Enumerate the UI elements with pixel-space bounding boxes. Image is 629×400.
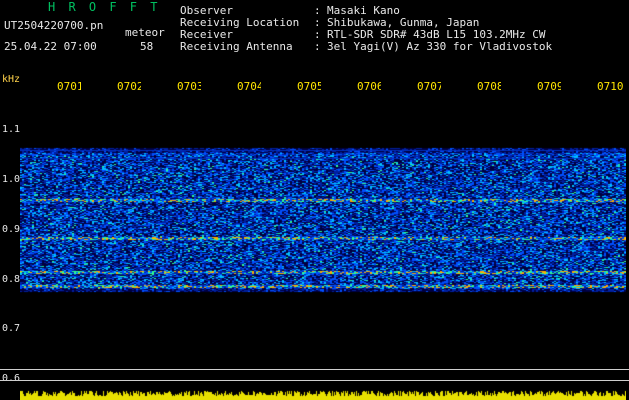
baseline-divider — [0, 369, 629, 370]
time-tick: 0703 — [177, 81, 201, 92]
app-title: H R O F F T — [48, 0, 161, 14]
file-name: UT2504220700.pn — [4, 19, 104, 32]
frequency-tick: 0.8 — [2, 274, 21, 285]
hrofft-screen: H R O F F T UT2504220700.pn meteor 25.04… — [0, 0, 629, 400]
observer-value: Masaki Kano — [327, 4, 400, 17]
spectrogram-plot — [20, 96, 626, 400]
colon: : — [314, 28, 321, 41]
receiver-value: RTL-SDR SDR# 43dB L15 103.2MHz CW — [327, 28, 546, 41]
frequency-tick: 1.1 — [2, 124, 21, 135]
colon: : — [314, 40, 321, 53]
receiver-label: Receiver — [180, 28, 233, 41]
spectrogram-canvas — [20, 96, 626, 400]
antenna-label: Receiving Antenna — [180, 40, 293, 53]
frequency-tick: 1.0 — [2, 174, 21, 185]
time-tick: 0707 — [417, 81, 441, 92]
meteor-count: 58 — [140, 40, 154, 53]
time-tick: 0704 — [237, 81, 261, 92]
frequency-tick: 0.6 — [2, 373, 21, 384]
frequency-tick: 0.7 — [2, 323, 21, 334]
frequency-unit-label: kHz — [2, 74, 21, 85]
time-tick: 0701 — [57, 81, 81, 92]
time-tick: 0706 — [357, 81, 381, 92]
time-tick: 0708 — [477, 81, 501, 92]
meteor-label: meteor — [125, 26, 165, 39]
location-value: Shibukawa, Gunma, Japan — [327, 16, 480, 29]
location-label: Receiving Location — [180, 16, 300, 29]
time-tick: 0710 — [597, 81, 624, 92]
date-time: 25.04.22 07:00 — [4, 40, 97, 53]
frequency-tick: 0.9 — [2, 224, 21, 235]
baseline-divider — [0, 380, 629, 381]
antenna-value: 3el Yagi(V) Az 330 for Vladivostok — [327, 40, 553, 53]
observer-label: Observer — [180, 4, 233, 17]
colon: : — [314, 16, 321, 29]
colon: : — [314, 4, 321, 17]
time-tick: 0705 — [297, 81, 321, 92]
time-tick: 0709 — [537, 81, 561, 92]
time-tick: 0702 — [117, 81, 141, 92]
